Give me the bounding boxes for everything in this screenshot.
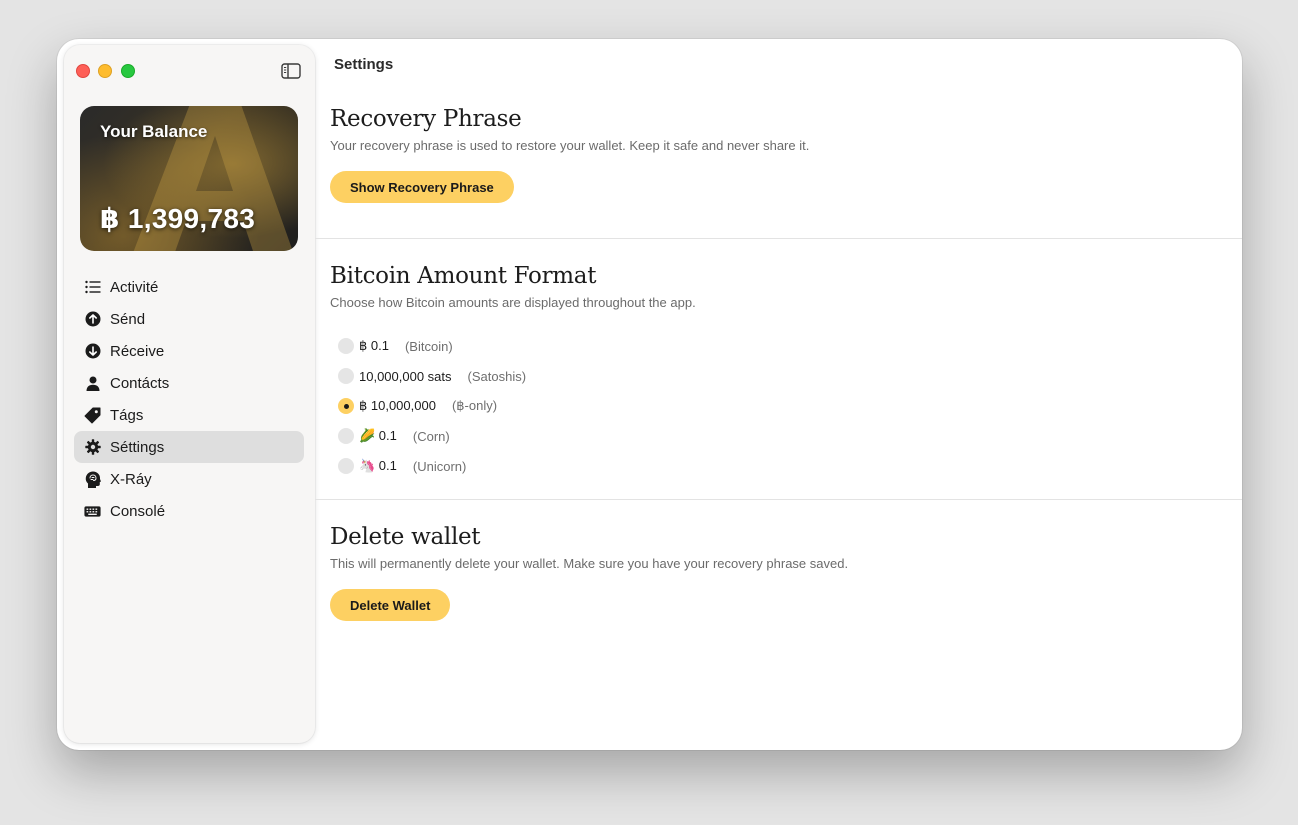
- delete-wallet-button[interactable]: Delete Wallet: [330, 589, 451, 621]
- arrow-down-circle-icon: [84, 343, 101, 360]
- minimize-window-button[interactable]: [98, 64, 112, 78]
- sidebar-toggle-icon[interactable]: [281, 63, 301, 79]
- tag-icon: [84, 407, 101, 424]
- format-option-corn[interactable]: 🌽 0.1 (Corn): [330, 421, 696, 451]
- option-note: (฿-only): [451, 398, 498, 413]
- radio-button-selected[interactable]: [338, 398, 354, 414]
- format-option-satoshis[interactable]: 10,000,000 sats (Satoshis): [330, 361, 696, 391]
- page-title: Settings: [334, 56, 394, 73]
- zoom-window-button[interactable]: [121, 64, 135, 78]
- balance-amount: ฿ 1,399,783: [100, 203, 256, 234]
- recovery-phrase-description: Your recovery phrase is used to restore …: [330, 138, 810, 153]
- format-option-btc-only[interactable]: ฿ 10,000,000 (฿-only): [330, 391, 696, 421]
- person-icon: [84, 375, 101, 392]
- option-label: 🦄 0.1: [359, 458, 397, 473]
- section-divider: [315, 238, 1242, 239]
- radio-button[interactable]: [338, 368, 354, 384]
- radio-button[interactable]: [338, 338, 354, 354]
- option-note: (Corn): [412, 428, 450, 444]
- show-recovery-phrase-button[interactable]: Show Recovery Phrase: [330, 171, 514, 203]
- option-label: 🌽 0.1: [359, 428, 397, 443]
- sidebar-item-settings[interactable]: Séttings: [74, 431, 304, 463]
- sidebar-nav: Activité Sénd Réceive Contácts Tágs Sétt…: [74, 271, 304, 527]
- sidebar: Your Balance ฿ 1,399,783 Activité Sénd R…: [64, 45, 315, 743]
- sidebar-item-xray[interactable]: X-Ráy: [74, 463, 304, 495]
- gear-icon: [84, 439, 101, 456]
- sidebar-item-console[interactable]: Consolé: [74, 495, 304, 527]
- option-label: 10,000,000 sats: [359, 368, 452, 384]
- sidebar-item-receive[interactable]: Réceive: [74, 335, 304, 367]
- sidebar-item-tags[interactable]: Tágs: [74, 399, 304, 431]
- sidebar-item-label: Tágs: [110, 406, 144, 424]
- sidebar-item-label: Sénd: [110, 310, 146, 328]
- radio-button[interactable]: [338, 458, 354, 474]
- sidebar-item-label: Contácts: [110, 374, 170, 392]
- amount-format-section: Bitcoin Amount Format Choose how Bitcoin…: [330, 263, 696, 481]
- section-divider: [315, 499, 1242, 500]
- sidebar-item-activity[interactable]: Activité: [74, 271, 304, 303]
- list-icon: [84, 279, 101, 296]
- sidebar-item-send[interactable]: Sénd: [74, 303, 304, 335]
- delete-wallet-heading: Delete wallet: [330, 524, 481, 550]
- app-window: Your Balance ฿ 1,399,783 Activité Sénd R…: [57, 39, 1242, 750]
- option-note: (Unicorn): [412, 458, 467, 474]
- sidebar-item-contacts[interactable]: Contácts: [74, 367, 304, 399]
- sidebar-item-label: Activité: [110, 278, 159, 296]
- arrow-up-circle-icon: [84, 311, 101, 328]
- option-note: (Bitcoin): [404, 338, 453, 354]
- recovery-phrase-section: Recovery Phrase Your recovery phrase is …: [330, 106, 809, 203]
- head-brain-icon: [84, 471, 101, 488]
- keyboard-icon: [84, 503, 101, 520]
- format-option-bitcoin[interactable]: ฿ 0.1 (Bitcoin): [330, 331, 696, 361]
- sidebar-item-label: Réceive: [110, 342, 165, 360]
- option-label: ฿ 0.1: [359, 338, 389, 353]
- delete-wallet-description: This will permanently delete your wallet…: [330, 556, 849, 571]
- sidebar-item-label: Séttings: [110, 438, 165, 456]
- amount-format-options: ฿ 0.1 (Bitcoin) 10,000,000 sats (Satoshi…: [330, 331, 696, 481]
- amount-format-heading: Bitcoin Amount Format: [330, 263, 597, 289]
- recovery-phrase-heading: Recovery Phrase: [330, 106, 522, 132]
- sidebar-item-label: X-Ráy: [110, 470, 152, 488]
- close-window-button[interactable]: [76, 64, 90, 78]
- balance-title: Your Balance: [100, 122, 208, 141]
- sidebar-item-label: Consolé: [110, 502, 166, 520]
- format-option-unicorn[interactable]: 🦄 0.1 (Unicorn): [330, 451, 696, 481]
- option-note: (Satoshis): [467, 368, 527, 384]
- option-label: ฿ 10,000,000: [359, 398, 436, 413]
- radio-button[interactable]: [338, 428, 354, 444]
- delete-wallet-section: Delete wallet This will permanently dele…: [330, 524, 848, 621]
- balance-card[interactable]: Your Balance ฿ 1,399,783: [80, 106, 298, 251]
- amount-format-description: Choose how Bitcoin amounts are displayed…: [330, 295, 696, 310]
